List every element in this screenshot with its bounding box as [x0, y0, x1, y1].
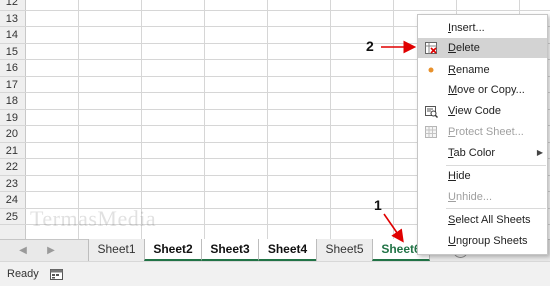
annotation-arrow-1 — [383, 213, 404, 243]
annotation-arrows — [381, 40, 417, 243]
